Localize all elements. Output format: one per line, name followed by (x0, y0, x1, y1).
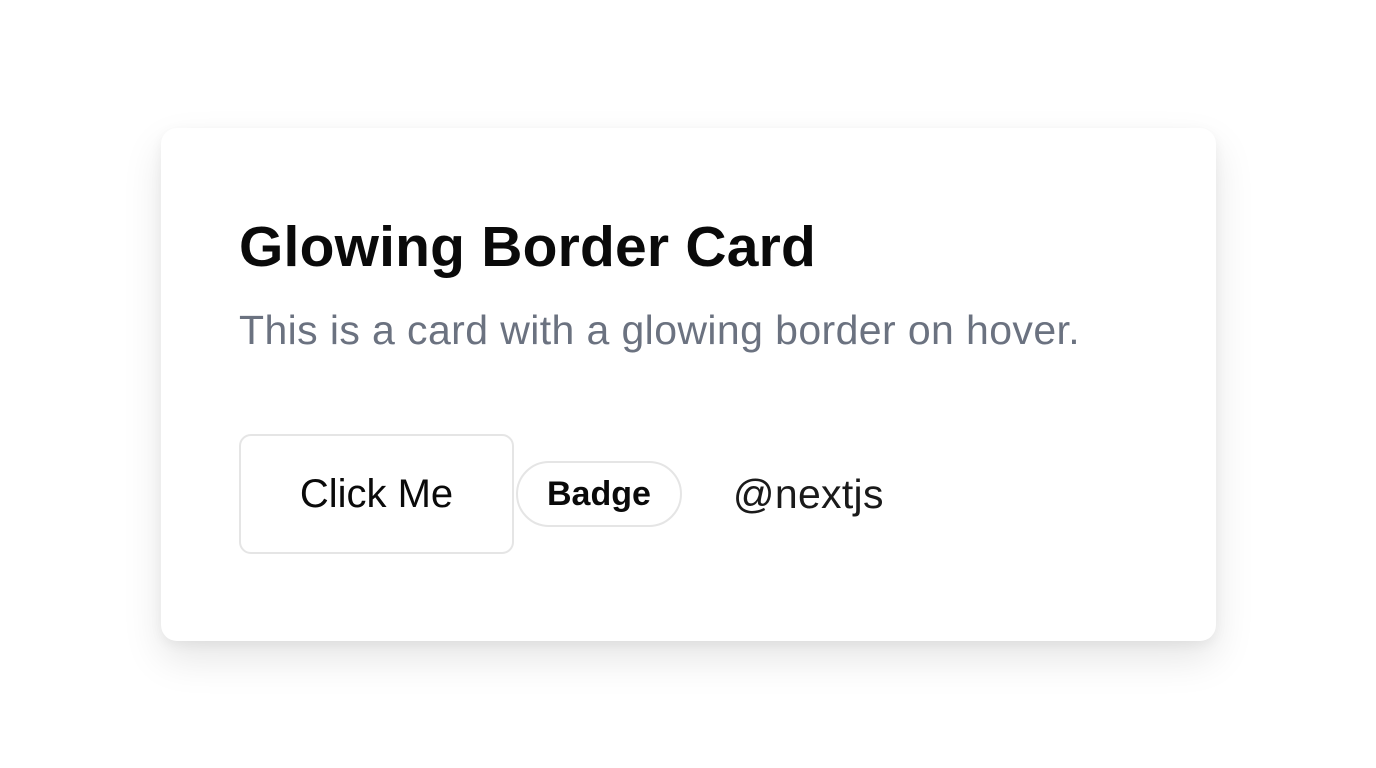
glowing-border-card: Glowing Border Card This is a card with … (161, 128, 1216, 641)
badge: Badge (516, 461, 682, 527)
handle-text: @nextjs (732, 470, 884, 517)
card-actions: Click Me Badge @nextjs (239, 434, 1138, 554)
click-me-button[interactable]: Click Me (239, 434, 514, 554)
card-description: This is a card with a glowing border on … (239, 307, 1081, 353)
card-title: Glowing Border Card (239, 215, 817, 279)
